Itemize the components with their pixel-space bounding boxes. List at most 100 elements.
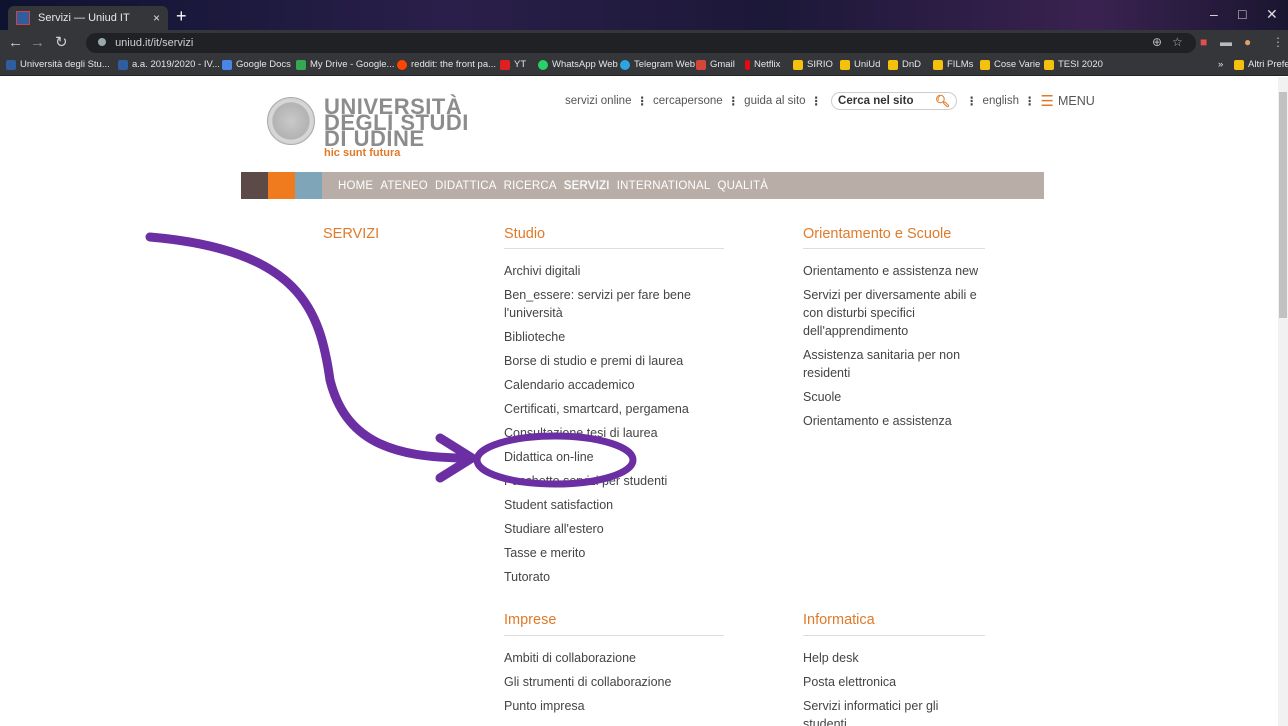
studio-list: Archivi digitali Ben_essere: servizi per… <box>504 262 719 592</box>
address-bar[interactable]: uniud.it/it/servizi <box>86 33 1196 53</box>
telegram-icon <box>620 59 630 70</box>
url-text: uniud.it/it/servizi <box>115 37 194 49</box>
english-link[interactable]: english <box>983 95 1019 107</box>
site-search-input[interactable]: Cerca nel sito 🔍︎ <box>831 92 958 110</box>
menu-button[interactable]: MENU <box>1058 94 1095 108</box>
nav-item-didattica[interactable]: DIDATTICA <box>435 180 497 192</box>
bookmark-item[interactable]: Telegram Web <box>620 59 695 70</box>
profile-avatar-icon[interactable]: ● <box>1244 35 1251 49</box>
bookmark-item[interactable]: a.a. 2019/2020 - IV... <box>118 59 220 70</box>
window-close-icon[interactable]: ✕ <box>1266 6 1278 23</box>
lock-icon <box>98 38 106 46</box>
new-tab-button[interactable]: + <box>176 7 187 25</box>
orientamento-list: Orientamento e assistenza new Servizi pe… <box>803 262 988 436</box>
extension-icon[interactable]: ■ <box>1200 35 1207 49</box>
list-item[interactable]: Orientamento e assistenza new <box>803 262 988 280</box>
bookmark-folder[interactable]: DnD <box>888 59 921 70</box>
kebab-menu-icon[interactable]: ⋮ <box>1272 35 1284 49</box>
list-item[interactable]: Assistenza sanitaria per non residenti <box>803 346 988 382</box>
folder-icon <box>1044 59 1054 70</box>
nav-swatch-orange <box>268 172 295 199</box>
nav-item-servizi[interactable]: SERVIZI <box>564 180 610 192</box>
extension-2-icon[interactable]: ▬ <box>1220 35 1232 49</box>
list-item[interactable]: Pacchetto servizi per studenti <box>504 472 719 490</box>
list-item[interactable]: Tutorato <box>504 568 719 586</box>
didattica-online-link[interactable]: Didattica on-line <box>504 448 719 466</box>
other-bookmarks-folder[interactable]: Altri Preferiti <box>1234 59 1288 70</box>
zoom-icon[interactable]: ⊕ <box>1152 35 1162 49</box>
close-icon[interactable]: × <box>153 11 160 25</box>
folder-icon <box>1234 59 1244 70</box>
servizi-heading: SERVIZI <box>323 226 380 242</box>
list-item[interactable]: Orientamento e assistenza <box>803 412 988 430</box>
bookmark-folder[interactable]: SIRIO <box>793 59 833 70</box>
tab-title: Servizi — Uniud IT <box>38 12 130 24</box>
list-item[interactable]: Certificati, smartcard, pergamena <box>504 400 719 418</box>
list-item[interactable]: Calendario accademico <box>504 376 719 394</box>
search-icon[interactable]: 🔍︎ <box>935 94 950 108</box>
list-item[interactable]: Biblioteche <box>504 328 719 346</box>
list-item[interactable]: Servizi per diversamente abili e con dis… <box>803 286 988 340</box>
nav-item-ricerca[interactable]: RICERCA <box>504 180 557 192</box>
maximize-icon[interactable]: □ <box>1238 6 1246 22</box>
reload-icon[interactable]: ↻ <box>55 34 68 52</box>
more-bookmarks-button[interactable]: » <box>1218 59 1223 70</box>
list-item[interactable]: Ambiti di collaborazione <box>504 649 719 667</box>
list-item[interactable]: Scuole <box>803 388 988 406</box>
list-item[interactable]: Archivi digitali <box>504 262 719 280</box>
bookmark-item[interactable]: WhatsApp Web <box>538 59 618 70</box>
nav-item-international[interactable]: INTERNATIONAL <box>617 180 711 192</box>
list-item[interactable]: Tasse e merito <box>504 544 719 562</box>
scrollbar-thumb[interactable] <box>1279 92 1287 318</box>
list-item[interactable]: Student satisfaction <box>504 496 719 514</box>
docs-icon <box>222 59 232 70</box>
list-item[interactable]: Posta elettronica <box>803 673 973 691</box>
cercapersone-link[interactable]: cercapersone <box>653 95 723 107</box>
bookmark-folder[interactable]: FILMs <box>933 59 973 70</box>
university-seal-logo[interactable] <box>267 97 315 145</box>
list-item[interactable]: Consultazione tesi di laurea <box>504 424 719 442</box>
bookmark-item[interactable]: Gmail <box>696 59 735 70</box>
bookmark-item[interactable]: Università degli Stu... <box>6 59 110 70</box>
logo-line-3[interactable]: DI UDINE <box>324 128 425 150</box>
list-item[interactable]: Ben_essere: servizi per fare bene l'univ… <box>504 286 719 322</box>
list-item[interactable]: Help desk <box>803 649 973 667</box>
forward-arrow-icon[interactable]: → <box>30 34 45 52</box>
imprese-heading: Imprese <box>504 612 557 628</box>
top-links: servizi online ⋮ cercapersone ⋮ guida al… <box>565 92 1095 110</box>
nav-item-qualita[interactable]: QUALITÀ <box>717 180 768 192</box>
page-scrollbar[interactable] <box>1278 77 1288 726</box>
separator: ⋮ <box>636 96 648 108</box>
servizi-online-link[interactable]: servizi online <box>565 95 631 107</box>
bookmark-item[interactable]: YT <box>500 59 526 70</box>
bookmark-item[interactable]: reddit: the front pa... <box>397 59 496 70</box>
guida-link[interactable]: guida al sito <box>744 95 805 107</box>
imprese-list: Ambiti di collaborazione Gli strumenti d… <box>504 649 719 721</box>
list-item[interactable]: Studiare all'estero <box>504 520 719 538</box>
list-item[interactable]: Servizi informatici per gli studenti <box>803 697 973 726</box>
bookmark-folder[interactable]: TESI 2020 <box>1044 59 1103 70</box>
nav-item-ateneo[interactable]: ATENEO <box>380 180 428 192</box>
folder-icon <box>888 59 898 70</box>
bookmark-icon <box>6 59 16 70</box>
nav-item-home[interactable]: HOME <box>338 180 373 192</box>
bookmark-item[interactable]: Google Docs <box>222 59 291 70</box>
browser-tab[interactable]: Servizi — Uniud IT × <box>8 6 168 30</box>
list-item[interactable]: Gli strumenti di collaborazione <box>504 673 719 691</box>
bookmark-folder[interactable]: Cose Varie <box>980 59 1040 70</box>
bookmark-item[interactable]: My Drive - Google... <box>296 59 394 70</box>
list-item[interactable]: Borse di studio e premi di laurea <box>504 352 719 370</box>
folder-icon <box>793 59 803 70</box>
back-arrow-icon[interactable]: ← <box>8 34 23 52</box>
star-icon[interactable]: ☆ <box>1172 35 1183 49</box>
reddit-icon <box>397 59 407 70</box>
hamburger-menu-icon[interactable]: ☰ <box>1041 92 1054 110</box>
search-placeholder: Cerca nel sito <box>838 95 914 107</box>
minimize-icon[interactable]: – <box>1210 6 1218 22</box>
logo-motto: hic sunt futura <box>324 147 401 159</box>
list-item[interactable]: Punto impresa <box>504 697 719 715</box>
separator: ⋮ <box>727 96 740 108</box>
youtube-icon <box>500 59 510 70</box>
bookmark-item[interactable]: Netflix <box>745 59 780 70</box>
bookmark-folder[interactable]: UniUd <box>840 59 880 70</box>
